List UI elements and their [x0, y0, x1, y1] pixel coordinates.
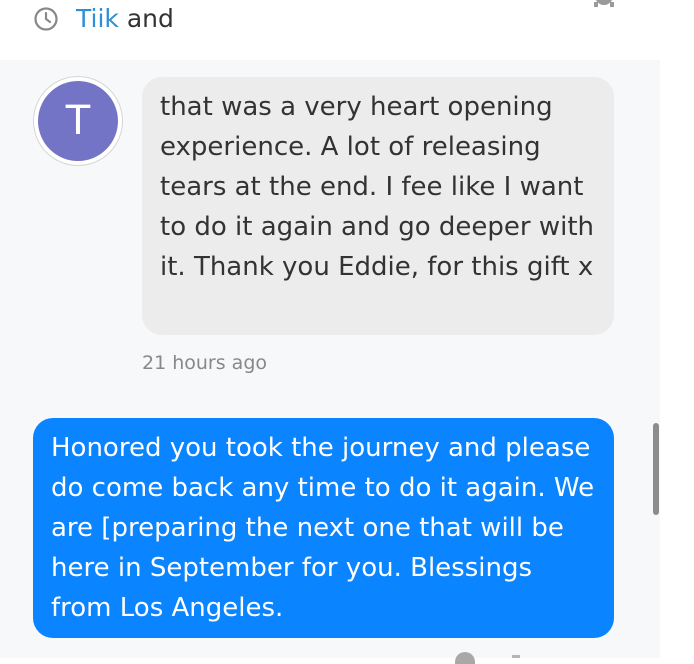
sender-avatar[interactable]: T [33, 76, 123, 166]
conversation-title: Tiik and [76, 3, 174, 35]
message-timestamp: 21 hours ago [142, 352, 268, 374]
gear-icon[interactable] [592, 0, 616, 8]
conversation-header: Tiik and [0, 0, 660, 60]
scrollbar-thumb[interactable] [653, 423, 659, 515]
avatar-initial: T [38, 81, 118, 161]
incoming-message-bubble: that was a very heart opening experience… [142, 77, 614, 335]
contact-name-link[interactable]: Tiik [76, 4, 119, 33]
scroll-track [660, 60, 694, 658]
outgoing-message-bubble: Honored you took the journey and please … [33, 418, 614, 638]
conversation-title-suffix: and [118, 4, 174, 33]
clock-icon [34, 7, 58, 31]
